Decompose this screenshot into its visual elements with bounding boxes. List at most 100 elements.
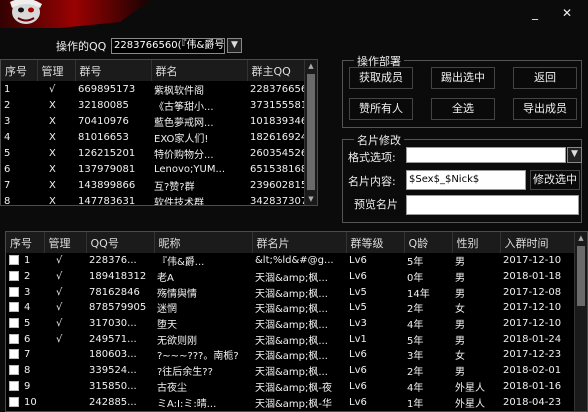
row-checkbox[interactable] (9, 380, 19, 391)
member-col-header[interactable]: Q龄 (404, 232, 453, 253)
member-col-header[interactable]: 昵称 (154, 232, 253, 253)
member-cell: 天涸&amp;枫-夜 (255, 382, 332, 394)
row-checkbox[interactable] (9, 255, 19, 266)
group-cell: 1018393468 (250, 115, 306, 127)
group-cell: EXO家人们! (154, 133, 209, 145)
member-col-header[interactable]: 序号 (6, 232, 45, 253)
group-col-header[interactable]: 群名 (151, 60, 248, 81)
group-col-header[interactable]: 群主QQ (247, 60, 307, 81)
row-checkbox[interactable] (9, 286, 19, 297)
modify-selected-button[interactable]: 修改选中 (530, 170, 580, 190)
member-cell: &lt;%ld&#@g... (255, 255, 334, 267)
row-checkbox[interactable] (9, 271, 19, 282)
close-button[interactable]: ✕ (560, 6, 574, 20)
member-col-header[interactable]: 群等级 (346, 232, 405, 253)
member-row[interactable]: 7 180603... ?~~~???。南栀? 天涸&amp;枫... Lv6 3年 女 20… (6, 347, 576, 363)
member-cell: 2017-12-08 (503, 286, 562, 298)
member-cell: 228376... (89, 255, 137, 267)
member-index: 8 (24, 365, 31, 377)
back-button[interactable]: 返回 (513, 67, 577, 89)
row-checkbox[interactable] (9, 349, 19, 360)
member-scroll-up-icon[interactable]: ▲ (575, 232, 587, 244)
group-row[interactable]: 7 X 143899866 互?赞?群 2396028154 (1, 177, 306, 193)
member-row[interactable]: 1 √ 228376... 『伟&爵... &lt;%ld&#@g... Lv6 5年 男 20… (6, 253, 576, 269)
member-cell (44, 363, 86, 379)
group-list[interactable]: 序号管理群号群名群主QQ 1 √ 669895173 紫枫软件阁 2283766560 2… (0, 59, 318, 206)
member-row[interactable]: 4 √ 878579905 迷惘 天涸&amp;枫... Lv5 2年 女 2017-12-10 (6, 300, 576, 316)
group-cell: 669895173 (78, 83, 136, 95)
group-row[interactable]: 8 X 147783631 软件技术群 3428373075 (1, 193, 306, 206)
member-cell: 315850... (89, 380, 137, 392)
format-chevron-down-icon[interactable]: ▼ (567, 147, 582, 163)
select-all-button[interactable]: 全选 (431, 98, 495, 120)
member-select-cell: 10 (6, 394, 44, 410)
group-cell: 143899866 (78, 179, 136, 191)
row-checkbox[interactable] (9, 318, 19, 329)
group-cell: 软件技术群 (154, 197, 204, 206)
member-row[interactable]: 10 242885... ミA:I:ミ:晴... 天涸&amp;枫-华 Lv6 1年 外星人… (6, 394, 576, 410)
member-cell: ?~~~???。南栀? (157, 351, 239, 363)
row-checkbox[interactable] (9, 333, 19, 344)
member-index: 7 (24, 349, 31, 361)
member-cell: Lv6 (349, 380, 367, 392)
member-cell: 2017-12-10 (503, 255, 562, 267)
group-cell: 1 (4, 83, 11, 95)
app-logo (0, 0, 160, 28)
member-col-header[interactable]: 管理 (44, 232, 87, 253)
minimize-button[interactable]: _ (528, 6, 542, 20)
preview-card-button[interactable]: 预览名片 (349, 196, 403, 216)
group-cell: X (49, 99, 56, 111)
group-row[interactable]: 6 X 137979081 Lenovo;YUM... 651538168 (1, 161, 306, 177)
member-row[interactable]: 6 √ 249571... 无欲则刚 天涸&amp;枫... Lv1 5年 男 2018-01-… (6, 331, 576, 347)
member-cell: 堕天 (157, 320, 177, 332)
member-cell: 2017-12-10 (503, 318, 562, 330)
group-list-scrollbar[interactable]: ▲ ▼ (304, 60, 317, 205)
row-checkbox[interactable] (9, 302, 19, 313)
member-list-scrollbar[interactable]: ▲ (574, 232, 587, 411)
chevron-down-icon[interactable]: ▼ (227, 38, 242, 53)
member-select-cell: 1 (6, 253, 44, 269)
group-col-header[interactable]: 管理 (37, 60, 76, 81)
scroll-down-icon[interactable]: ▼ (305, 193, 317, 205)
get-members-button[interactable]: 获取成员 (349, 67, 413, 89)
kick-selected-button[interactable]: 踢出选中 (431, 67, 495, 89)
group-col-header[interactable]: 序号 (1, 60, 38, 81)
member-row[interactable]: 5 √ 317030... 堕天 天涸&amp;枫... Lv3 4年 男 2017-12-10 (6, 316, 576, 332)
member-scroll-thumb[interactable] (577, 246, 585, 306)
format-option-select[interactable] (406, 147, 566, 163)
member-row[interactable]: 9 315850... 古夜尘 天涸&amp;枫-夜 Lv6 4年 外星人 2018-01-1… (6, 379, 576, 395)
group-row[interactable]: 1 √ 669895173 紫枫软件阁 2283766560 (1, 81, 306, 97)
member-col-header[interactable]: 群名片 (252, 232, 347, 253)
scroll-up-icon[interactable]: ▲ (305, 60, 317, 72)
group-row[interactable]: 4 X 81016653 EXO家人们! 1826169240 (1, 129, 306, 145)
row-checkbox[interactable] (9, 396, 19, 407)
member-cell: 3年 (407, 351, 424, 363)
group-row[interactable]: 5 X 126215201 特价购物分... 2603545264 (1, 145, 306, 161)
group-row[interactable]: 2 X 32180085 《古筝甜小... 373155581 (1, 97, 306, 113)
group-col-header[interactable]: 群号 (75, 60, 152, 81)
member-row[interactable]: 3 √ 78162846 殇情與情 天涸&amp;枫... Lv5 14年 男 2017-12-… (6, 284, 576, 300)
member-index: 4 (24, 302, 31, 314)
preview-card-field (406, 195, 579, 215)
member-select-cell: 2 (6, 269, 44, 285)
member-col-header[interactable]: QQ号 (86, 232, 155, 253)
member-row[interactable]: 2 √ 189418312 老A 天涸&amp;枫... Lv6 0年 男 2018-01-18 (6, 269, 576, 285)
praise-all-button[interactable]: 赞所有人 (349, 98, 413, 120)
member-cell: Lv6 (349, 365, 367, 377)
member-cell: 317030... (89, 318, 137, 330)
member-cell: 249571... (89, 333, 137, 345)
member-col-header[interactable]: 性别 (452, 232, 501, 253)
member-cell: 878579905 (89, 302, 147, 314)
member-select-cell: 3 (6, 284, 44, 300)
scroll-thumb[interactable] (307, 74, 315, 190)
card-content-input[interactable]: $Sex$_$Nick$ (406, 170, 526, 190)
group-row[interactable]: 3 X 70410976 藍色夢戒网... 1018393468 (1, 113, 306, 129)
member-list[interactable]: 序号 管理 QQ号 昵称 群名片 群等级 Q龄 性别 入群时间 1 √ 228376... 『伟&爵.… (5, 231, 588, 412)
group-cell: 3428373075 (250, 195, 306, 206)
member-col-header[interactable]: 入群时间 (500, 232, 577, 253)
row-checkbox[interactable] (9, 365, 19, 376)
export-members-button[interactable]: 导出成员 (513, 98, 577, 120)
member-row[interactable]: 8 339524... ?往后余生?? 天涸&amp;枫... Lv6 2年 男 2018-0… (6, 363, 576, 379)
operator-qq-select[interactable]: 2283766560(『伟&爵号 (111, 38, 225, 54)
member-cell: 180603... (89, 349, 137, 361)
